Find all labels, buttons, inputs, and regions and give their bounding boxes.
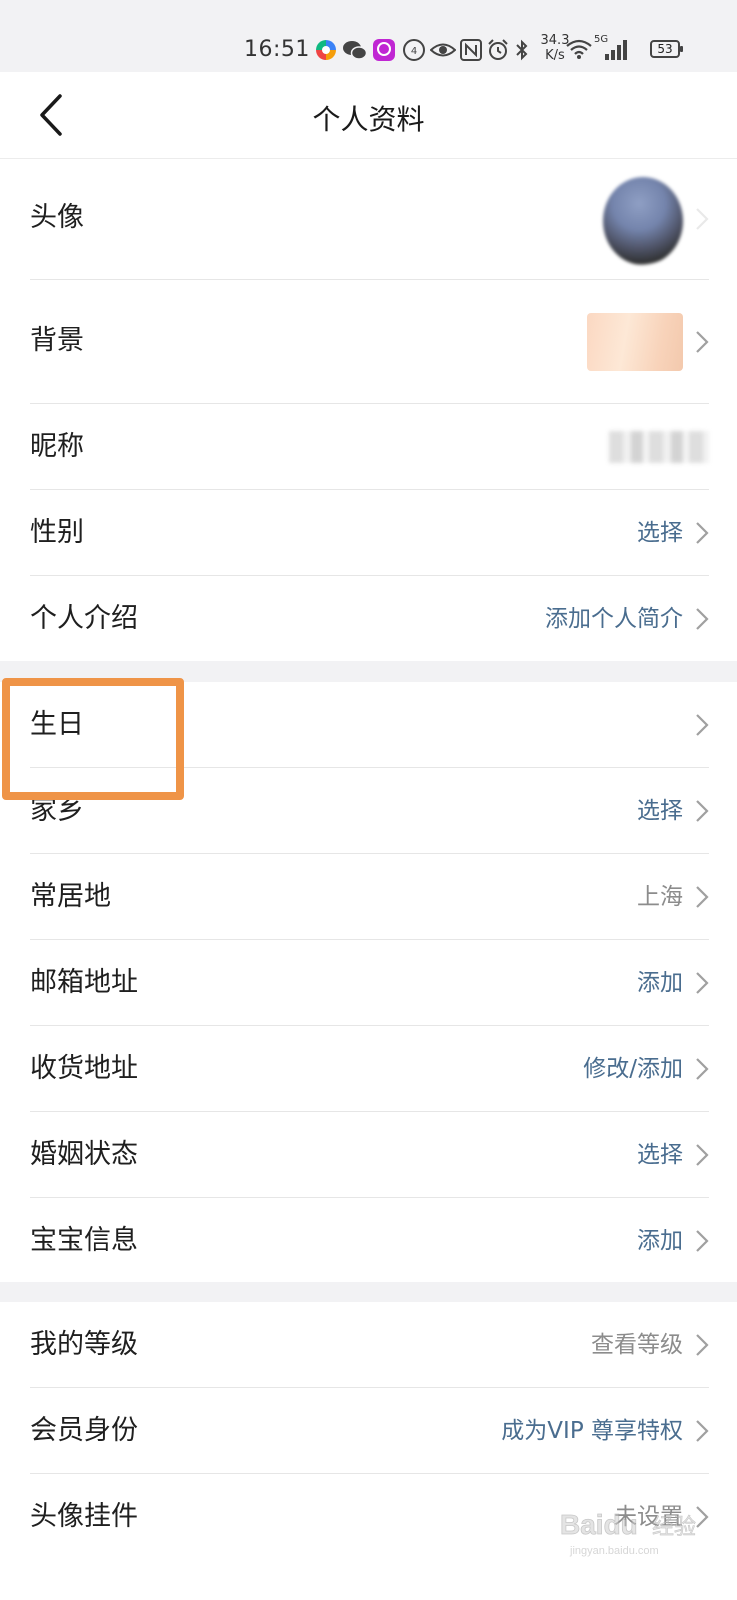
- nav-bar: 个人资料: [0, 72, 737, 159]
- nfc-icon: [460, 39, 482, 61]
- row-label: 宝宝信息: [30, 1225, 138, 1256]
- eye-icon: [430, 43, 456, 57]
- row-value: 选择: [637, 520, 683, 546]
- profile-basic-group: 头像 背景 昵称 性别 选择 个人介绍 添加个人简介: [0, 159, 737, 661]
- page-title: 个人资料: [312, 103, 425, 136]
- signal-icon: [605, 40, 627, 60]
- row-label: 生日: [30, 709, 84, 740]
- row-avatar-pendant[interactable]: 头像挂件 未设置: [30, 1474, 709, 1559]
- chevron-right-icon: [696, 800, 709, 822]
- battery-icon: 53: [650, 40, 683, 58]
- svg-text:4: 4: [411, 46, 417, 57]
- row-value: 添加个人简介: [545, 606, 683, 632]
- row-value: 添加: [637, 1228, 683, 1254]
- chevron-right-icon: [696, 608, 709, 630]
- row-value: 成为VIP 尊享特权: [501, 1418, 683, 1444]
- row-value: 查看等级: [591, 1332, 683, 1358]
- network-speed-value: 34.3: [540, 33, 570, 48]
- row-membership[interactable]: 会员身份 成为VIP 尊享特权: [30, 1388, 709, 1474]
- chevron-right-icon: [696, 208, 709, 230]
- account-group: 我的等级 查看等级 会员身份 成为VIP 尊享特权 头像挂件 未设置: [0, 1302, 737, 1600]
- row-label: 性别: [30, 517, 84, 548]
- row-email[interactable]: 邮箱地址 添加: [30, 940, 709, 1026]
- network-speed: 34.3 K/s: [538, 33, 572, 63]
- row-label: 会员身份: [30, 1415, 138, 1446]
- chevron-right-icon: [696, 1058, 709, 1080]
- avatar: [603, 177, 683, 265]
- app-icon: [373, 39, 395, 61]
- row-marital-status[interactable]: 婚姻状态 选择: [30, 1112, 709, 1198]
- row-value: 选择: [637, 798, 683, 824]
- row-birthday[interactable]: 生日: [30, 682, 709, 768]
- chevron-right-icon: [696, 972, 709, 994]
- chevron-right-icon: [696, 1420, 709, 1442]
- row-label: 家乡: [30, 795, 84, 826]
- row-value: 选择: [637, 1142, 683, 1168]
- chevron-right-icon: [696, 714, 709, 736]
- row-label: 背景: [30, 325, 84, 356]
- row-hometown[interactable]: 家乡 选择: [30, 768, 709, 854]
- row-label: 婚姻状态: [30, 1139, 138, 1170]
- row-my-level[interactable]: 我的等级 查看等级: [30, 1302, 709, 1388]
- row-residence[interactable]: 常居地 上海: [30, 854, 709, 940]
- row-value: 上海: [637, 884, 683, 910]
- row-baby-info[interactable]: 宝宝信息 添加: [30, 1198, 709, 1282]
- row-label: 个人介绍: [30, 603, 138, 634]
- row-label: 收货地址: [30, 1053, 138, 1084]
- chevron-right-icon: [696, 331, 709, 353]
- wechat-icon: [343, 41, 368, 60]
- status-time: 16:51: [244, 37, 310, 62]
- row-label: 昵称: [30, 431, 84, 462]
- row-value: 修改/添加: [583, 1056, 683, 1082]
- row-nickname[interactable]: 昵称: [30, 404, 709, 490]
- row-shipping-address[interactable]: 收货地址 修改/添加: [30, 1026, 709, 1112]
- row-label: 我的等级: [30, 1329, 138, 1360]
- chevron-right-icon: [696, 886, 709, 908]
- nickname-value: [609, 431, 709, 463]
- row-intro[interactable]: 个人介绍 添加个人简介: [30, 576, 709, 661]
- row-label: 头像挂件: [30, 1501, 138, 1532]
- row-gender[interactable]: 性别 选择: [30, 490, 709, 576]
- bluetooth-icon: [516, 39, 528, 61]
- app-icon: 4: [403, 39, 425, 61]
- chevron-right-icon: [696, 1334, 709, 1356]
- row-background[interactable]: 背景: [30, 280, 709, 404]
- status-bar: 16:51 4 5G 34.3 K/s 53: [0, 0, 737, 72]
- chevron-right-icon: [696, 1230, 709, 1252]
- alarm-icon: [488, 39, 508, 60]
- row-label: 常居地: [30, 881, 111, 912]
- background-thumbnail: [587, 313, 683, 371]
- row-value: 添加: [637, 970, 683, 996]
- row-avatar[interactable]: 头像: [30, 159, 709, 280]
- profile-detail-group: 生日 家乡 选择 常居地 上海 邮箱地址 添加 收货地址 修改/添加 婚姻状态 …: [0, 682, 737, 1282]
- row-value: 未设置: [614, 1504, 683, 1530]
- chevron-right-icon: [696, 1506, 709, 1528]
- app-icon: [316, 40, 336, 60]
- chevron-right-icon: [696, 1144, 709, 1166]
- row-label: 邮箱地址: [30, 967, 138, 998]
- network-speed-unit: K/s: [545, 48, 565, 63]
- chevron-right-icon: [696, 522, 709, 544]
- row-label: 头像: [30, 202, 84, 233]
- battery-level: 53: [657, 42, 673, 56]
